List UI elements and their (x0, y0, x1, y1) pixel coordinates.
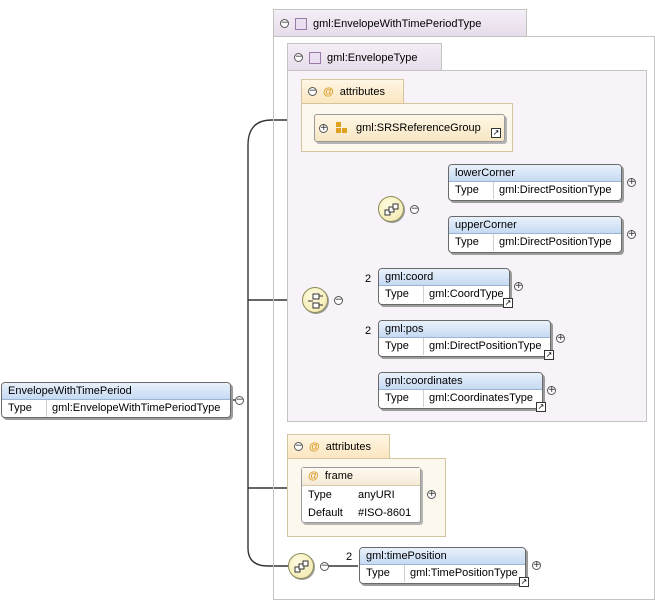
choice-compositor-icon[interactable] (302, 287, 328, 313)
root-element-type: gml:EnvelopeWithTimePeriodType (52, 402, 221, 414)
type-label: Type (308, 489, 332, 501)
pos-type: gml:DirectPositionType (429, 340, 542, 352)
expand-icon[interactable]: + (532, 561, 541, 570)
type-label: Type (379, 286, 424, 303)
upper-corner-name: upperCorner (449, 217, 621, 234)
occurrence-label: 2 (365, 273, 372, 285)
complex-type-icon (309, 51, 321, 64)
expand-icon[interactable]: + (427, 490, 436, 499)
collapse-icon[interactable]: − (294, 53, 303, 62)
outer-type-tab[interactable]: − gml:EnvelopeWithTimePeriodType (273, 9, 527, 37)
frame-attribute-default: #ISO-8601 (358, 507, 412, 519)
expand-icon[interactable]: + (556, 334, 565, 343)
upper-corner-type: gml:DirectPositionType (499, 236, 612, 248)
lower-corner-element[interactable]: lowerCorner Type gml:DirectPositionType (448, 164, 622, 201)
time-position-element[interactable]: gml:timePosition Type gml:TimePositionTyp… (359, 547, 529, 587)
attribute-icon: @ (323, 85, 334, 98)
coordinates-type: gml:CoordinatesType (429, 392, 533, 404)
occurrence-label: 2 (365, 325, 372, 337)
collapse-icon[interactable]: − (294, 442, 303, 451)
sequence-compositor-icon[interactable] (378, 196, 404, 222)
coord-name: gml:coord (379, 269, 509, 286)
collapse-icon[interactable]: − (410, 205, 419, 214)
root-element-name: EnvelopeWithTimePeriod (2, 383, 230, 400)
pos-element[interactable]: gml:pos Type gml:DirectPositionType ↗ (378, 320, 554, 360)
frame-attribute[interactable]: @ frame Type anyURI Default #ISO-8601 (301, 467, 421, 523)
attributes-tab[interactable]: − @ attributes (301, 79, 404, 103)
type-label: Type (449, 234, 494, 251)
root-element[interactable]: EnvelopeWithTimePeriod Type gml:EnvelopeW… (1, 382, 231, 418)
type-label: Type (360, 565, 405, 582)
expand-icon[interactable]: + (627, 230, 636, 239)
collapse-icon[interactable]: − (308, 87, 317, 96)
pos-name: gml:pos (379, 321, 550, 338)
expand-icon[interactable]: + (627, 178, 636, 187)
type-label: Type (379, 390, 424, 407)
inner-type-tab[interactable]: − gml:EnvelopeType (287, 43, 442, 71)
coordinates-name: gml:coordinates (379, 373, 542, 390)
upper-corner-element[interactable]: upperCorner Type gml:DirectPositionType (448, 216, 622, 253)
attribute-group-name: gml:SRSReferenceGroup (356, 122, 481, 134)
outer-type-name: gml:EnvelopeWithTimePeriodType (313, 17, 482, 30)
occurrence-label: 2 (346, 551, 353, 563)
frame-attribute-type: anyURI (358, 489, 395, 501)
expand-icon[interactable]: + (319, 123, 328, 133)
inner-type-name: gml:EnvelopeType (327, 51, 418, 64)
sequence-compositor-icon[interactable] (288, 553, 314, 579)
expand-icon[interactable]: + (547, 386, 556, 395)
reference-arrow-icon[interactable]: ↗ (544, 350, 554, 360)
attribute-icon: @ (308, 470, 319, 482)
reference-arrow-icon[interactable]: ↗ (491, 128, 501, 138)
reference-arrow-icon[interactable]: ↗ (519, 577, 529, 587)
type-label: Type (449, 182, 494, 199)
collapse-icon[interactable]: − (280, 19, 289, 28)
lower-corner-name: lowerCorner (449, 165, 621, 182)
attributes-label: attributes (339, 85, 385, 98)
collapse-icon[interactable]: − (320, 562, 329, 571)
type-label: Type (2, 400, 47, 417)
reference-arrow-icon[interactable]: ↗ (503, 298, 513, 308)
coord-type: gml:CoordType (429, 288, 504, 300)
attributes-label: attributes (325, 440, 371, 453)
attribute-group-box[interactable]: + gml:SRSReferenceGroup ↗ (314, 114, 505, 142)
time-position-name: gml:timePosition (360, 548, 525, 565)
default-label: Default (308, 507, 343, 519)
frame-attribute-header: @ frame (302, 468, 420, 486)
attribute-group-icon (336, 122, 347, 133)
time-position-type: gml:TimePositionType (410, 567, 518, 579)
expand-icon[interactable]: + (514, 282, 523, 291)
type-label: Type (379, 338, 424, 355)
complex-type-icon (295, 17, 307, 30)
frame-attribute-name: frame (324, 470, 353, 482)
coordinates-element[interactable]: gml:coordinates Type gml:CoordinatesType … (378, 372, 546, 412)
lower-corner-type: gml:DirectPositionType (499, 184, 612, 196)
reference-arrow-icon[interactable]: ↗ (536, 402, 546, 412)
collapse-icon[interactable]: − (235, 396, 244, 405)
coord-element[interactable]: gml:coord Type gml:CoordType ↗ (378, 268, 513, 308)
attributes-tab[interactable]: − @ attributes (287, 434, 390, 458)
attribute-icon: @ (309, 440, 320, 453)
collapse-icon[interactable]: − (334, 296, 343, 305)
